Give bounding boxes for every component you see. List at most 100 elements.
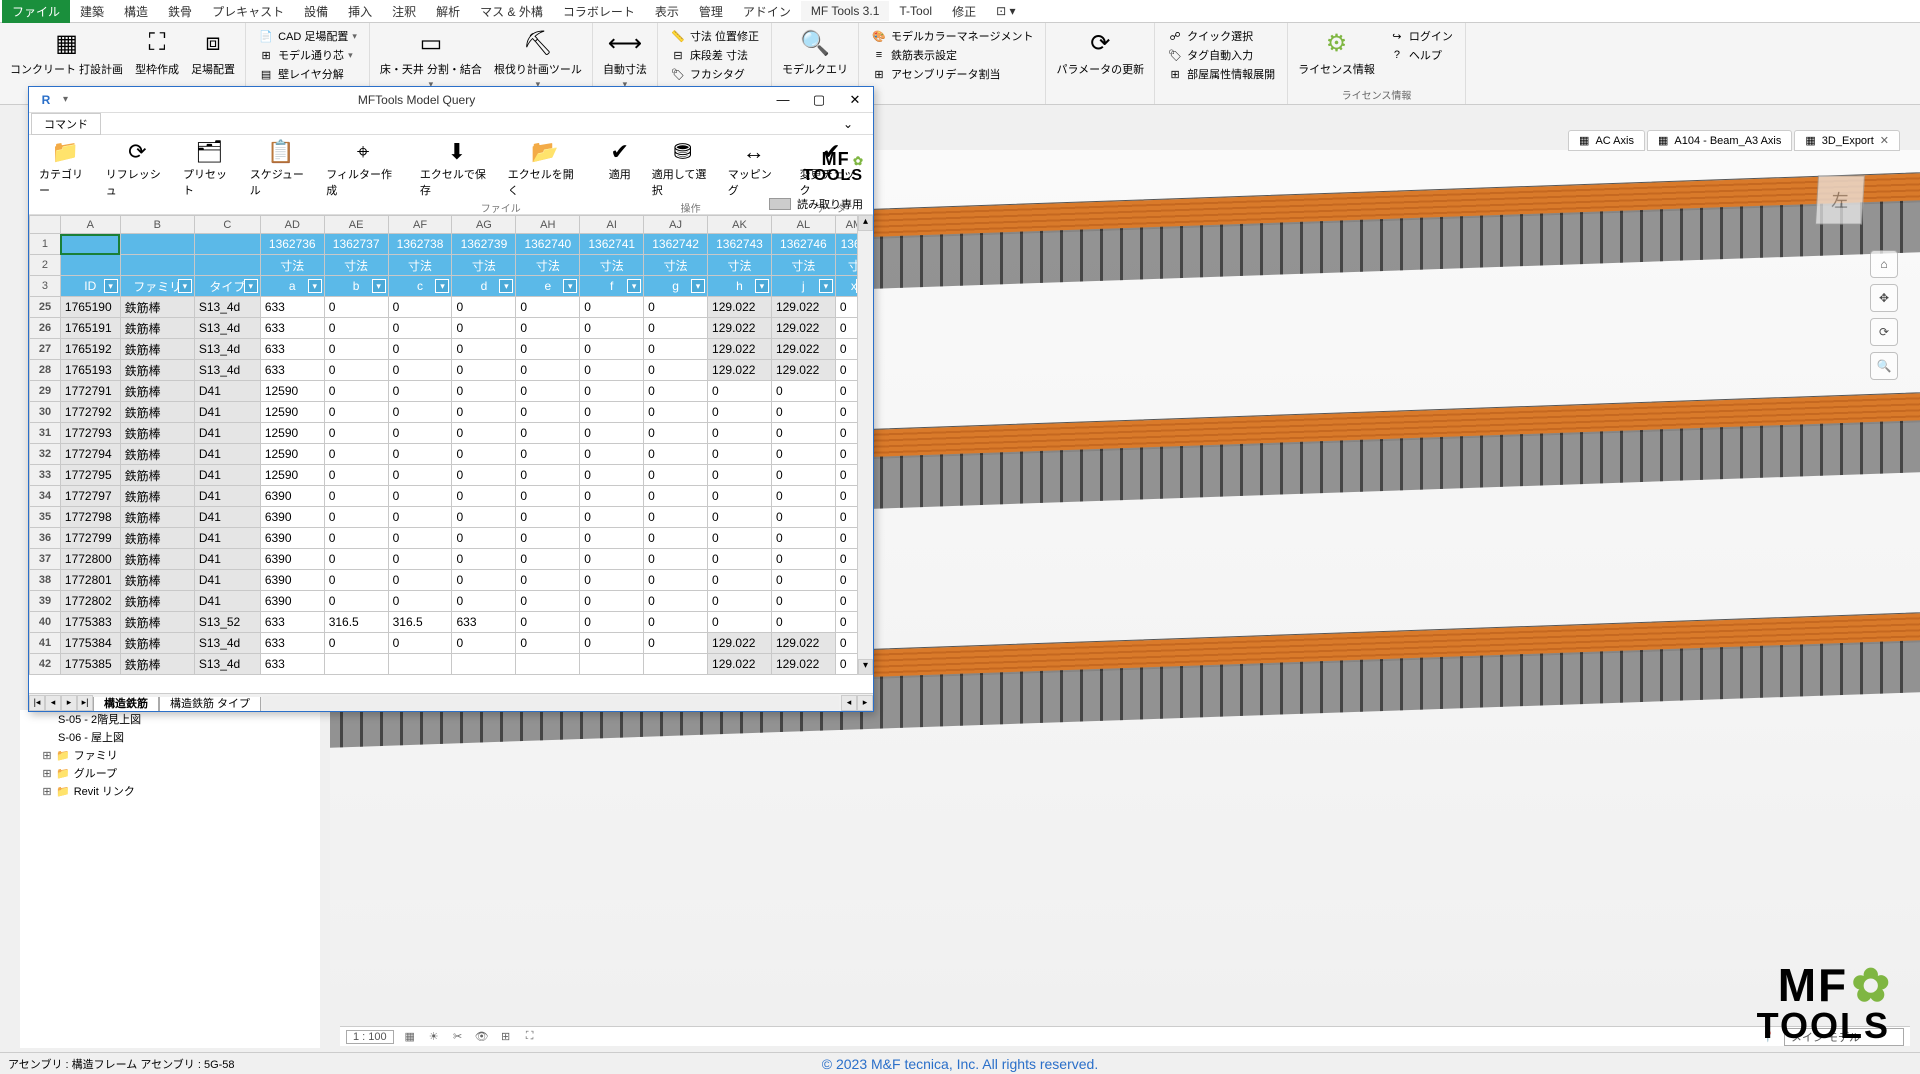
cell[interactable]: 0: [771, 612, 835, 633]
row-number[interactable]: 41: [30, 633, 61, 654]
cell[interactable]: 0: [324, 297, 388, 318]
cell[interactable]: 0: [324, 528, 388, 549]
cell[interactable]: 129.022: [708, 633, 772, 654]
header-cell[interactable]: a▾: [260, 276, 324, 297]
cell[interactable]: 0: [708, 507, 772, 528]
row-number[interactable]: 35: [30, 507, 61, 528]
cell[interactable]: 1772791: [60, 381, 120, 402]
cell[interactable]: 0: [580, 297, 644, 318]
header-cell[interactable]: タイプ▾: [194, 276, 260, 297]
concrete-plan-button[interactable]: ▦コンクリート 打設計画: [6, 25, 127, 79]
dialog-ribbon-button[interactable]: 📂エクセルを開く: [502, 137, 588, 200]
cell[interactable]: 1765193: [60, 360, 120, 381]
cell[interactable]: 0: [644, 339, 708, 360]
header-cell[interactable]: c▾: [388, 276, 452, 297]
cell[interactable]: 6390: [260, 507, 324, 528]
viewcube[interactable]: 左: [1780, 160, 1900, 240]
cell[interactable]: 0: [644, 570, 708, 591]
cell[interactable]: 鉄筋棒: [120, 297, 194, 318]
cell[interactable]: 0: [708, 612, 772, 633]
filter-icon[interactable]: ▾: [819, 279, 833, 293]
header-cell[interactable]: 1362742: [644, 234, 708, 255]
cell[interactable]: 1765190: [60, 297, 120, 318]
row-number[interactable]: 30: [30, 402, 61, 423]
cell[interactable]: 1772801: [60, 570, 120, 591]
cell[interactable]: 0: [644, 591, 708, 612]
cell[interactable]: 0: [388, 570, 452, 591]
data-grid[interactable]: ABCADAEAFAGAHAIAJAKALAM11362736136273713…: [29, 215, 873, 693]
cell[interactable]: 12590: [260, 423, 324, 444]
cell[interactable]: 0: [771, 423, 835, 444]
cell[interactable]: 0: [388, 444, 452, 465]
expander-icon[interactable]: ⊞: [42, 767, 52, 780]
cell[interactable]: 0: [516, 318, 580, 339]
filter-icon[interactable]: ▾: [691, 279, 705, 293]
cell[interactable]: 0: [771, 444, 835, 465]
cell[interactable]: 0: [516, 465, 580, 486]
assembly-data-item[interactable]: ⊞アセンブリデータ割当: [869, 65, 1035, 83]
cell[interactable]: 鉄筋棒: [120, 318, 194, 339]
header-cell[interactable]: b▾: [324, 276, 388, 297]
main-tab[interactable]: MF Tools 3.1: [801, 1, 889, 21]
cell[interactable]: 12590: [260, 444, 324, 465]
header-cell[interactable]: ID▾: [60, 276, 120, 297]
cell[interactable]: 0: [580, 423, 644, 444]
cell[interactable]: 0: [388, 423, 452, 444]
cell[interactable]: 0: [324, 570, 388, 591]
cell[interactable]: 0: [771, 507, 835, 528]
cell[interactable]: 0: [644, 297, 708, 318]
cell[interactable]: 0: [580, 381, 644, 402]
row-number[interactable]: 27: [30, 339, 61, 360]
cell[interactable]: 0: [324, 549, 388, 570]
filter-icon[interactable]: ▾: [244, 279, 258, 293]
view-tab[interactable]: ▦ 3D_Export ✕: [1794, 130, 1900, 151]
cell[interactable]: S13_4d: [194, 318, 260, 339]
auto-dim-button[interactable]: ⟷自動寸法: [599, 25, 651, 92]
main-tab[interactable]: 解析: [426, 0, 470, 23]
cell[interactable]: 0: [324, 444, 388, 465]
readonly-toggle[interactable]: 読み取り専用: [769, 196, 863, 212]
fukashi-tag-item[interactable]: 🏷フカシタグ: [668, 65, 761, 83]
cell[interactable]: 0: [452, 465, 516, 486]
cell[interactable]: 0: [452, 444, 516, 465]
cell[interactable]: 0: [516, 570, 580, 591]
dialog-ribbon-button[interactable]: 📋スケジュール: [244, 137, 319, 200]
auto-tag-item[interactable]: 🏷タグ自動入力: [1165, 46, 1277, 64]
cell[interactable]: 1772794: [60, 444, 120, 465]
cell[interactable]: 0: [388, 591, 452, 612]
cell[interactable]: S13_4d: [194, 339, 260, 360]
cell[interactable]: 鉄筋棒: [120, 423, 194, 444]
cell[interactable]: 0: [388, 339, 452, 360]
filter-icon[interactable]: ▾: [435, 279, 449, 293]
main-tab[interactable]: 表示: [645, 0, 689, 23]
cell[interactable]: S13_52: [194, 612, 260, 633]
header-cell[interactable]: j▾: [771, 276, 835, 297]
cell[interactable]: 0: [580, 486, 644, 507]
cad-scaffold-item[interactable]: 📄CAD 足場配置: [256, 27, 359, 45]
project-browser[interactable]: S-05 - 2階見上図S-06 - 屋上図⊞📁 ファミリ⊞📁 グループ⊞📁 R…: [20, 710, 320, 1048]
col-letter[interactable]: A: [60, 216, 120, 234]
cell[interactable]: 鉄筋棒: [120, 360, 194, 381]
floor-ceiling-button[interactable]: ▭床・天井 分割・結合: [376, 25, 486, 92]
header-cell[interactable]: [60, 255, 120, 276]
cell[interactable]: 0: [324, 633, 388, 654]
cell[interactable]: 633: [260, 612, 324, 633]
cell[interactable]: 0: [580, 528, 644, 549]
cell[interactable]: 0: [324, 318, 388, 339]
cell[interactable]: 1772800: [60, 549, 120, 570]
cell[interactable]: 633: [260, 633, 324, 654]
cell[interactable]: 鉄筋棒: [120, 402, 194, 423]
cell[interactable]: 0: [580, 360, 644, 381]
main-tab[interactable]: アドイン: [733, 0, 801, 23]
browser-parent-node[interactable]: ⊞📁 Revit リンク: [20, 782, 320, 800]
header-cell[interactable]: 1362737: [324, 234, 388, 255]
sheet-tab[interactable]: 構造鉄筋 タイプ: [159, 697, 261, 712]
scroll-up-icon[interactable]: ▴: [858, 215, 873, 231]
cell[interactable]: 0: [452, 318, 516, 339]
cell[interactable]: 0: [388, 402, 452, 423]
hscroll-right[interactable]: ▸: [857, 695, 873, 711]
cell[interactable]: 鉄筋棒: [120, 444, 194, 465]
col-letter[interactable]: C: [194, 216, 260, 234]
cell[interactable]: 鉄筋棒: [120, 570, 194, 591]
browser-parent-node[interactable]: ⊞📁 グループ: [20, 764, 320, 782]
